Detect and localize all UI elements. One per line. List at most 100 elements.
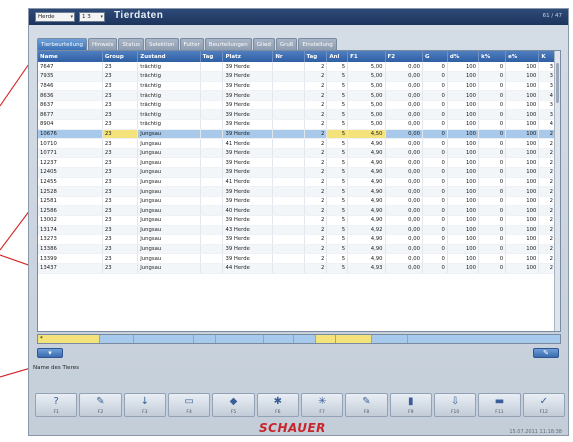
fkey-f2[interactable]: ✎ F2 xyxy=(79,393,122,417)
tab-beurteilungen[interactable]: Beurteilungen xyxy=(204,38,252,50)
table-row[interactable]: 8637 23 trächtig 39 Herde 2 5 5,00 0,00 0 100 0 100… xyxy=(38,100,556,111)
column-header[interactable]: Name xyxy=(38,51,103,62)
table-row[interactable]: 13386 23 Jungsau 39 Herde 2 5 4,90 0,00 0 100 0 100… xyxy=(38,244,556,255)
column-header[interactable]: F2 xyxy=(385,51,423,62)
vertical-scrollbar[interactable] xyxy=(554,51,560,331)
table-row[interactable]: 12405 23 Jungsau 39 Herde 2 5 4,90 0,00 0 100 0 100… xyxy=(38,167,556,178)
fkey-f6[interactable]: ✱ F6 xyxy=(256,393,299,417)
table-cell: 0 xyxy=(422,100,448,111)
table-cell: 2 xyxy=(538,148,556,159)
table-cell: 23 xyxy=(102,81,139,92)
scroll-down-button[interactable]: ▾ xyxy=(37,348,63,358)
fkey-f5[interactable]: ◆ F5 xyxy=(212,393,255,417)
scrollbar-thumb[interactable] xyxy=(556,63,559,103)
table-row[interactable]: 13437 23 Jungsau 44 Herde 2 5 4,93 0,00 0 100 0 100… xyxy=(38,263,556,274)
column-header[interactable]: Platz xyxy=(222,51,274,62)
column-header[interactable]: Tag xyxy=(304,51,328,62)
tab-gruss[interactable]: Gruß xyxy=(275,38,298,50)
new-entry-cell[interactable] xyxy=(316,335,336,343)
table-cell: 8677 xyxy=(38,109,103,121)
new-entry-cell[interactable] xyxy=(408,335,552,343)
edit-button[interactable]: ✎ xyxy=(533,348,559,358)
table-cell: 0,00 xyxy=(385,253,423,264)
table-cell: 5 xyxy=(326,196,349,207)
tab-tierbeurteilung[interactable]: Tierbeurteilung xyxy=(37,38,88,50)
herd-combo[interactable]: Herde ▾ xyxy=(35,12,75,22)
fkey-f7[interactable]: ✳ F7 xyxy=(300,393,344,417)
table-cell: 0 xyxy=(478,138,507,149)
table-cell: 2 xyxy=(538,196,556,207)
table-cell: 23 xyxy=(102,109,139,121)
table-row[interactable]: 10771 23 Jungsau 39 Herde 2 5 4,90 0,00 0 100 0 100… xyxy=(38,148,556,159)
new-entry-name-cell[interactable]: * xyxy=(38,335,100,343)
table-row[interactable]: 13399 23 Jungsau 39 Herde 2 5 4,90 0,00 0 100 0 100… xyxy=(38,253,556,264)
pig-cross-icon: ✳ xyxy=(317,396,327,407)
table-row[interactable]: 10710 23 Jungsau 41 Herde 2 5 4,90 0,00 0 100 0 100… xyxy=(38,138,556,149)
column-header[interactable]: Zustand xyxy=(137,51,201,62)
new-entry-cell[interactable] xyxy=(264,335,294,343)
column-header[interactable]: K xyxy=(538,51,556,62)
tab-glied[interactable]: Glied xyxy=(252,38,275,50)
column-header[interactable]: Group xyxy=(102,51,139,62)
table-row[interactable]: 12237 23 Jungsau 39 Herde 2 5 4,90 0,00 0 100 0 100… xyxy=(38,157,556,169)
fkey-f9[interactable]: ▮ F9 xyxy=(389,393,432,417)
new-entry-cell[interactable] xyxy=(134,335,194,343)
chevron-down-icon: ▾ xyxy=(100,14,103,20)
table-row[interactable]: 7935 23 trächtig 39 Herde 2 5 5,00 0,00 0 100 0 100… xyxy=(38,71,556,82)
new-entry-cell[interactable] xyxy=(194,335,216,343)
number-combo[interactable]: 1 3 ▾ xyxy=(79,12,105,22)
column-header[interactable]: k% xyxy=(478,51,507,62)
table-cell: 23 xyxy=(102,196,139,207)
table-cell: 2 xyxy=(304,263,328,274)
table-cell: Jungsau xyxy=(137,129,201,140)
table-cell: 100 xyxy=(447,148,480,159)
fkey-f8[interactable]: ✎ F8 xyxy=(345,393,388,417)
table-row[interactable]: 12586 23 Jungsau 40 Herde 2 5 4,90 0,00 0 100 0 100… xyxy=(38,205,556,216)
column-header[interactable]: e% xyxy=(505,51,540,62)
column-header[interactable]: d% xyxy=(447,51,480,62)
tab-futter[interactable]: Futter xyxy=(179,38,204,50)
new-entry-cell[interactable] xyxy=(372,335,408,343)
table-cell xyxy=(272,253,305,264)
column-header[interactable]: F1 xyxy=(347,51,386,62)
column-header[interactable]: Nr xyxy=(272,51,305,62)
table-row[interactable]: 12528 23 Jungsau 39 Herde 2 5 4,90 0,00 0 100 0 100… xyxy=(38,186,556,197)
new-entry-cell[interactable] xyxy=(216,335,264,343)
table-cell: 4,93 xyxy=(347,263,386,274)
tab-einstellung[interactable]: Einstellung xyxy=(298,38,337,50)
table-row[interactable]: 12581 23 Jungsau 39 Herde 2 5 4,90 0,00 0 100 0 100… xyxy=(38,196,556,207)
table-row[interactable]: 13174 23 Jungsau 43 Herde 2 5 4,92 0,00 0 100 0 100… xyxy=(38,225,556,236)
fkey-f12[interactable]: ✓ F12 xyxy=(522,393,565,417)
table-cell: 0 xyxy=(478,177,507,188)
table-cell: 0 xyxy=(478,157,507,169)
table-row[interactable]: 8636 23 trächtig 39 Herde 2 5 5,00 0,00 0 100 0 100… xyxy=(38,90,556,101)
table-row[interactable]: 13002 23 Jungsau 39 Herde 2 5 4,90 0,00 0 100 0 100… xyxy=(38,215,556,226)
column-header[interactable]: Anl xyxy=(326,51,349,62)
table-cell: 10676 xyxy=(38,129,103,140)
table-cell: 0 xyxy=(478,119,507,130)
column-header[interactable]: G xyxy=(422,51,448,62)
table-row[interactable]: 7647 23 trächtig 39 Herde 2 5 5,00 0,00 0 100 0 100… xyxy=(38,62,556,73)
fkey-f3[interactable]: ↓ F3 xyxy=(123,393,166,417)
new-entry-cell[interactable] xyxy=(336,335,372,343)
fkey-f10[interactable]: ⇩ F10 xyxy=(433,393,477,417)
new-entry-row[interactable]: * xyxy=(37,334,561,344)
tab-hinweis[interactable]: Hinweis xyxy=(88,38,118,50)
tab-status[interactable]: Status xyxy=(118,38,145,50)
table-row[interactable]: 13273 23 Jungsau 39 Herde 2 5 4,90 0,00 0 100 0 100… xyxy=(38,234,556,245)
table-row[interactable]: 8904 23 trächtig 39 Herde 2 5 5,00 0,00 0 100 0 100… xyxy=(38,119,556,130)
table-cell: 7647 xyxy=(38,62,103,73)
table-cell: 39 Herde xyxy=(222,148,274,159)
new-entry-cell[interactable] xyxy=(294,335,316,343)
table-cell: 0,00 xyxy=(385,71,423,82)
table-row[interactable]: 12455 23 Jungsau 41 Herde 2 5 4,90 0,00 0 100 0 100… xyxy=(38,177,556,188)
table-row[interactable]: 8677 23 trächtig 39 Herde 2 5 5,00 0,00 0 100 0 100… xyxy=(38,109,556,121)
fkey-f4[interactable]: ▭ F4 xyxy=(167,393,211,417)
fkey-f1[interactable]: ? F1 xyxy=(35,393,78,417)
table-row[interactable]: 7846 23 trächtig 39 Herde 2 5 5,00 0,00 0 100 0 100… xyxy=(38,81,556,92)
column-header[interactable]: Tag xyxy=(200,51,224,62)
tab-selektion[interactable]: Selektion xyxy=(145,38,179,50)
new-entry-cell[interactable] xyxy=(100,335,134,343)
table-row[interactable]: 10676 23 Jungsau 39 Herde 2 5 4,50 0,00 0 100 0 100… xyxy=(38,129,556,140)
fkey-f11[interactable]: ▬ F11 xyxy=(478,393,521,417)
